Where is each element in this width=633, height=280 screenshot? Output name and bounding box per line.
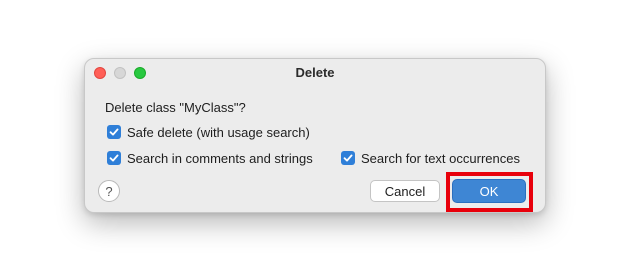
cancel-button[interactable]: Cancel [370,180,440,202]
title-bar: Delete [85,59,545,87]
help-icon: ? [105,183,113,199]
safe-delete-label: Safe delete (with usage search) [127,124,310,140]
checkmark-icon [341,151,355,165]
delete-dialog: Delete Delete class "MyClass"? Safe dele… [84,58,546,213]
delete-message: Delete class "MyClass"? [105,100,246,115]
safe-delete-checkbox[interactable]: Safe delete (with usage search) [107,124,310,140]
checkmark-icon [107,125,121,139]
search-comments-strings-label: Search in comments and strings [127,150,313,166]
search-text-occurrences-label: Search for text occurrences [361,150,520,166]
dialog-title: Delete [295,65,335,80]
search-text-occurrences-checkbox[interactable]: Search for text occurrences [341,150,520,166]
search-comments-strings-checkbox[interactable]: Search in comments and strings [107,150,313,166]
checkmark-icon [107,151,121,165]
ok-button[interactable]: OK [452,179,526,203]
help-button[interactable]: ? [98,180,120,202]
